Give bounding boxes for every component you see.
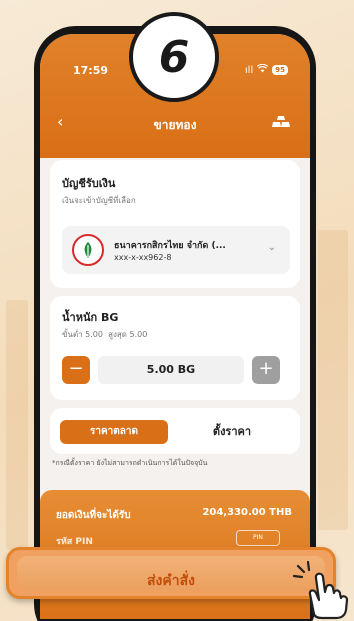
- kbank-logo-icon: [72, 234, 104, 266]
- account-card-title: บัญชีรับเงิน: [62, 177, 116, 190]
- weight-value-field[interactable]: 5.00 BG: [98, 356, 244, 384]
- background-decoration: [318, 230, 348, 530]
- app-screen: 17:59 ıll 95 ‹ ขายทอง บัญชีรับเงิน เงินจ…: [40, 34, 310, 619]
- pin-input[interactable]: PIN: [236, 530, 280, 546]
- signal-icon: ıll: [244, 64, 254, 76]
- account-card: บัญชีรับเงิน เงินจะเข้าบัญชีที่เลือก ธนา…: [50, 160, 300, 288]
- set-price-note: *กรณีตั้งราคา ยังไม่สามารถดำเนินการได้ใน…: [52, 459, 208, 467]
- page-title: ขายทอง: [153, 118, 197, 132]
- decrease-button[interactable]: −: [62, 356, 90, 384]
- increase-button[interactable]: +: [252, 356, 280, 384]
- weight-max: สูงสุด 5.00: [108, 330, 148, 339]
- weight-min: ขั้นต่ำ 5.00: [62, 330, 103, 339]
- chevron-down-icon: ⌄: [267, 242, 276, 253]
- submit-order-button[interactable]: ส่งคำสั่ง: [6, 547, 336, 599]
- tab-market-price[interactable]: ราคาตลาด: [60, 420, 168, 444]
- gold-bars-icon[interactable]: [272, 114, 290, 133]
- step-number: 6: [158, 31, 190, 83]
- account-selector[interactable]: ธนาคารกสิกรไทย จำกัด (... xxx-x-xx962-8 …: [62, 226, 290, 274]
- wifi-icon: [257, 63, 269, 76]
- account-number: xxx-x-xx962-8: [114, 253, 172, 262]
- background-decoration: [6, 300, 28, 550]
- bank-name: ธนาคารกสิกรไทย จำกัด (...: [114, 241, 226, 251]
- submit-button-face: ส่งคำสั่ง: [17, 556, 325, 590]
- status-time: 17:59: [73, 64, 109, 77]
- price-type-card: ราคาตลาด ตั้งราคา: [50, 408, 300, 454]
- total-value: 204,330.00 THB: [202, 507, 292, 518]
- status-icons: ıll 95: [244, 63, 288, 76]
- weight-card: น้ำหนัก BG ขั้นต่ำ 5.00 สูงสุด 5.00 − 5.…: [50, 296, 300, 400]
- account-card-subtitle: เงินจะเข้าบัญชีที่เลือก: [62, 196, 136, 205]
- total-label: ยอดเงินที่จะได้รับ: [56, 510, 131, 521]
- tap-hand-icon: [292, 560, 352, 621]
- battery-icon: 95: [272, 65, 288, 75]
- weight-limits: ขั้นต่ำ 5.00 สูงสุด 5.00: [62, 328, 147, 341]
- tab-set-price[interactable]: ตั้งราคา: [178, 420, 286, 444]
- step-badge: 6: [129, 12, 219, 102]
- weight-card-title: น้ำหนัก BG: [62, 311, 119, 324]
- pin-label: รหัส PIN: [56, 537, 93, 547]
- submit-label: ส่งคำสั่ง: [147, 573, 195, 589]
